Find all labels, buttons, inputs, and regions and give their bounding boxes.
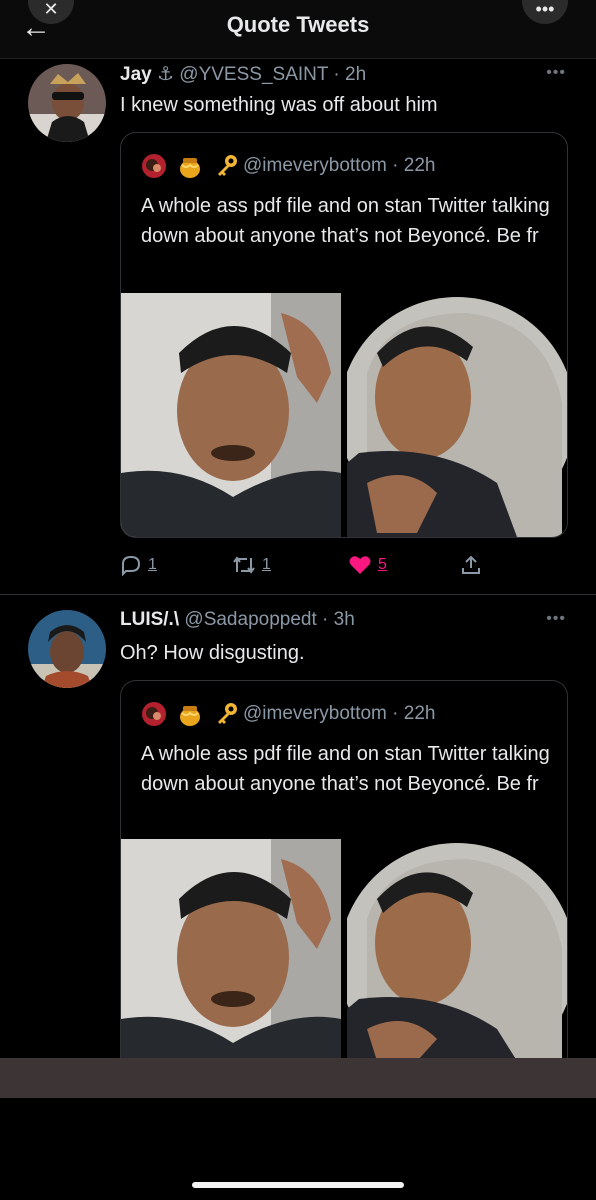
timestamp: · 2h [333, 64, 367, 85]
top-bar: ✕ ••• ← Quote Tweets [0, 0, 596, 59]
like-button[interactable]: 5 [348, 550, 387, 580]
quote-photo-2[interactable] [347, 839, 567, 1061]
quote-avatar-emojis [141, 701, 246, 729]
honey-pot-icon [180, 158, 201, 178]
quote-text: A whole ass pdf file and on stan Twitter… [141, 743, 550, 795]
tweet-divider [0, 594, 596, 595]
tweet-2[interactable]: LUIS/.\ @Sadapoppedt · 3h ••• Oh? How di… [0, 596, 596, 1061]
avatar[interactable] [28, 610, 106, 688]
quote-header: @imeverybottom · 22h [243, 703, 435, 725]
quote-text: A whole ass pdf file and on stan Twitter… [141, 195, 550, 247]
reply-count: 1 [148, 556, 157, 573]
retweet-count: 1 [262, 556, 271, 573]
quote-handle: @imeverybottom [243, 155, 387, 176]
quote-timestamp: · 22h [392, 155, 436, 176]
retweet-icon [233, 556, 255, 574]
handle[interactable]: @YVESS_SAINT [179, 64, 328, 85]
quote-photo-1[interactable] [121, 293, 341, 537]
display-name[interactable]: Jay [120, 64, 152, 85]
quote-tweet-card[interactable]: @imeverybottom · 22h A whole ass pdf fil… [120, 132, 568, 538]
display-name[interactable]: LUIS/.\ [120, 609, 179, 630]
retweet-button[interactable]: 1 [232, 550, 271, 580]
more-icon[interactable]: ••• [546, 610, 566, 628]
reply-icon [122, 555, 141, 576]
tweet-header: Jay ⚓ @YVESS_SAINT · 2h [120, 63, 366, 87]
reply-button[interactable]: 1 [120, 550, 157, 580]
tweet-text: I knew something was off about him [120, 94, 438, 116]
quote-avatar [142, 702, 166, 726]
tweet-actions: 1 1 5 [120, 550, 566, 580]
like-count: 5 [378, 556, 387, 573]
handle[interactable]: @Sadapoppedt [184, 609, 316, 630]
quote-photo-2[interactable] [347, 293, 567, 537]
quote-photo-1[interactable] [121, 839, 341, 1061]
quote-avatar-emojis [141, 153, 246, 181]
page-title: Quote Tweets [226, 12, 370, 37]
timestamp: · 3h [322, 609, 355, 630]
share-icon [462, 555, 480, 574]
tweet-header: LUIS/.\ @Sadapoppedt · 3h [120, 608, 355, 632]
quote-header: @imeverybottom · 22h [243, 155, 435, 177]
heart-icon [349, 556, 371, 574]
anchor-icon: ⚓ [156, 64, 180, 85]
bottom-bar [0, 1058, 596, 1098]
tweet-text: Oh? How disgusting. [120, 642, 305, 664]
home-indicator[interactable] [192, 1182, 404, 1188]
quote-timestamp: · 22h [392, 703, 436, 724]
more-icon[interactable]: ••• [546, 64, 566, 82]
avatar[interactable] [28, 64, 106, 142]
quote-avatar [142, 154, 166, 178]
key-icon [217, 155, 237, 176]
honey-pot-icon [180, 706, 201, 726]
quote-tweet-card[interactable]: @imeverybottom · 22h A whole ass pdf fil… [120, 680, 568, 1061]
key-icon [217, 703, 237, 724]
share-button[interactable] [460, 550, 482, 580]
quote-handle: @imeverybottom [243, 703, 387, 724]
tweet-1[interactable]: Jay ⚓ @YVESS_SAINT · 2h ••• I knew somet… [0, 58, 596, 594]
